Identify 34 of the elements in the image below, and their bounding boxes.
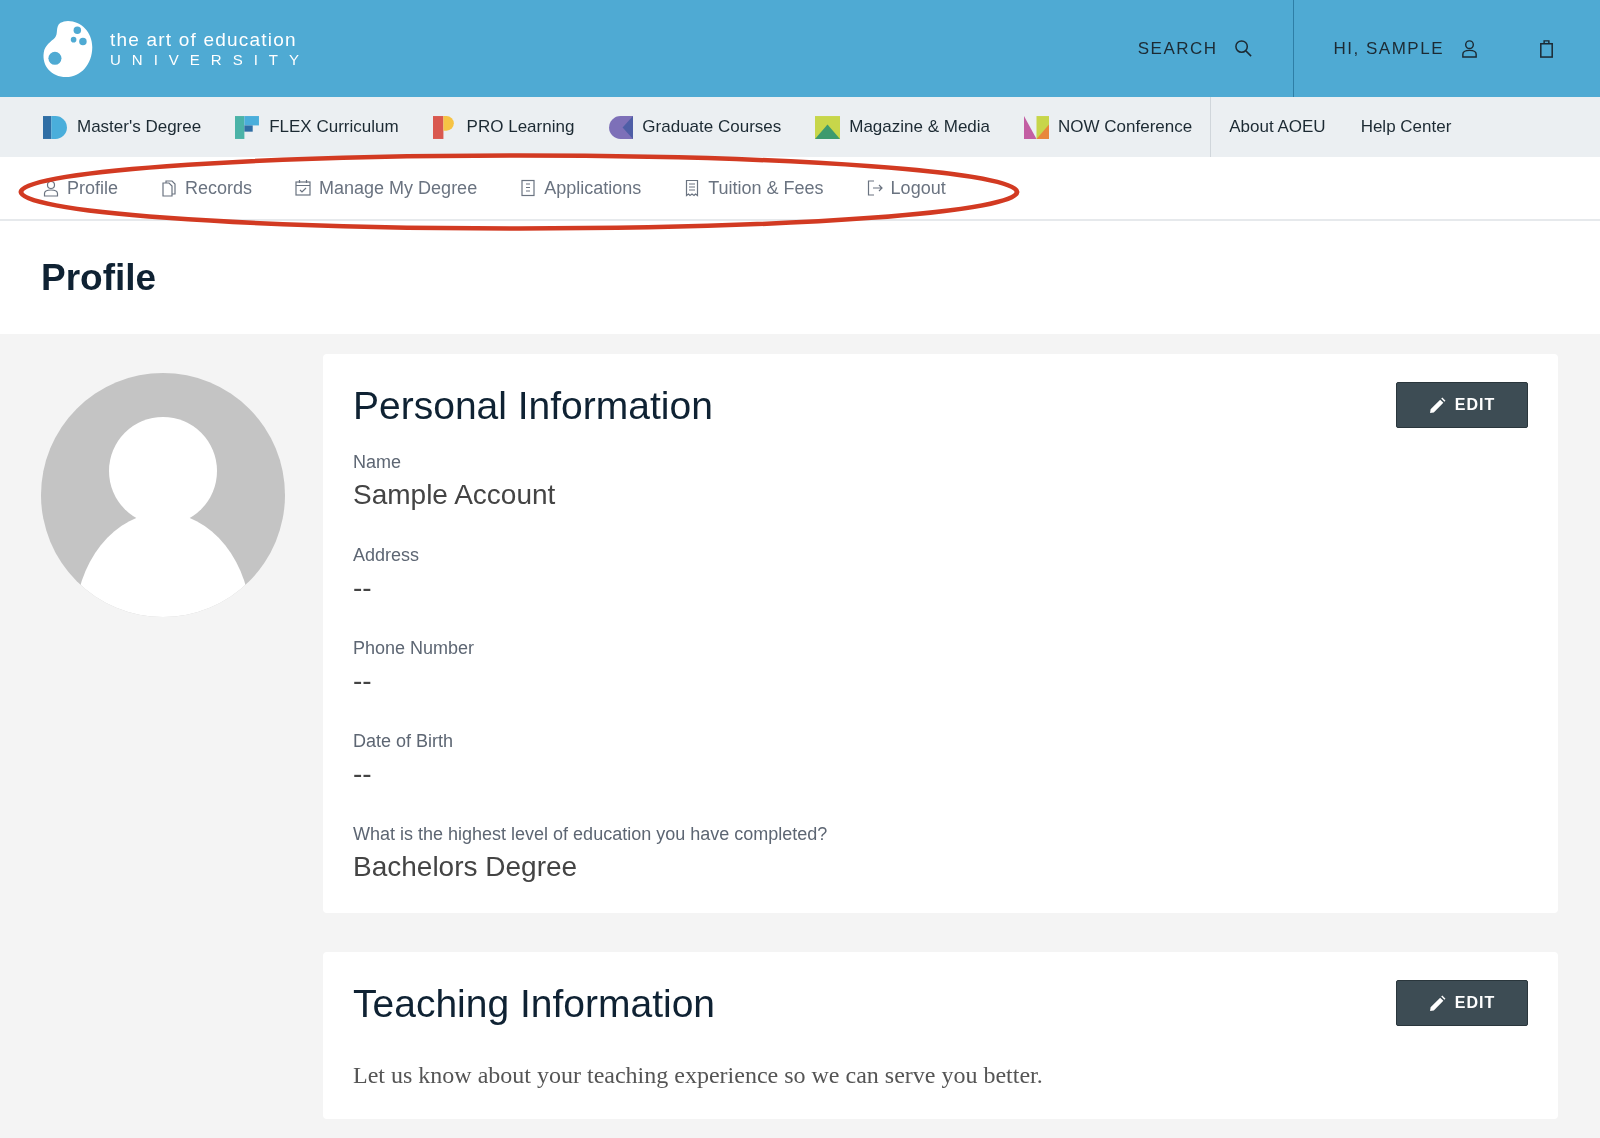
account-tab[interactable]: Tuition & Fees xyxy=(683,177,824,199)
field-value: Bachelors Degree xyxy=(353,851,579,883)
edit-button[interactable]: EDIT xyxy=(1396,382,1528,428)
nav-link[interactable]: Magazine & Media xyxy=(815,114,991,140)
field-value: Sample Account xyxy=(353,479,557,511)
nav-link[interactable]: Master's Degree xyxy=(43,114,202,140)
account-link[interactable]: HI, SAMPLE xyxy=(1333,38,1444,59)
nav-link[interactable]: Graduate Courses xyxy=(608,114,782,140)
nav-link[interactable]: About AOEU xyxy=(1229,117,1326,137)
nav-link[interactable]: PRO Learning xyxy=(432,114,575,140)
edit-button[interactable]: EDIT xyxy=(1396,980,1528,1026)
teaching-description: Let us know about your teaching experience so we can serve you better. xyxy=(353,1062,1044,1089)
account-tab[interactable]: Records xyxy=(160,177,253,199)
field-label: Address xyxy=(353,545,421,566)
search-link[interactable]: SEARCH xyxy=(1137,38,1218,59)
page-title: Profile xyxy=(41,256,157,299)
card-title: Teaching Information xyxy=(353,981,716,1026)
brand-subtitle: UNIVERSITY xyxy=(110,51,310,68)
field-value: -- xyxy=(353,758,373,790)
account-tab[interactable]: Manage My Degree xyxy=(294,177,478,199)
field-value: -- xyxy=(353,665,373,697)
field-label: Name xyxy=(353,452,402,473)
nav-link[interactable]: Help Center xyxy=(1360,117,1452,137)
field-label: Date of Birth xyxy=(353,731,455,752)
account-tab[interactable]: Applications xyxy=(519,177,642,199)
account-tab[interactable]: Logout xyxy=(865,177,946,199)
account-tab[interactable]: Profile xyxy=(42,177,119,199)
nav-link[interactable]: NOW Conference xyxy=(1024,114,1193,140)
field-label: What is the highest level of education you have completed? xyxy=(353,824,829,845)
nav-link[interactable]: FLEX Curriculum xyxy=(235,114,399,140)
field-label: Phone Number xyxy=(353,638,476,659)
brand-name: the art of education xyxy=(110,29,298,51)
card-title: Personal Information xyxy=(353,383,713,428)
field-value: -- xyxy=(353,572,373,604)
